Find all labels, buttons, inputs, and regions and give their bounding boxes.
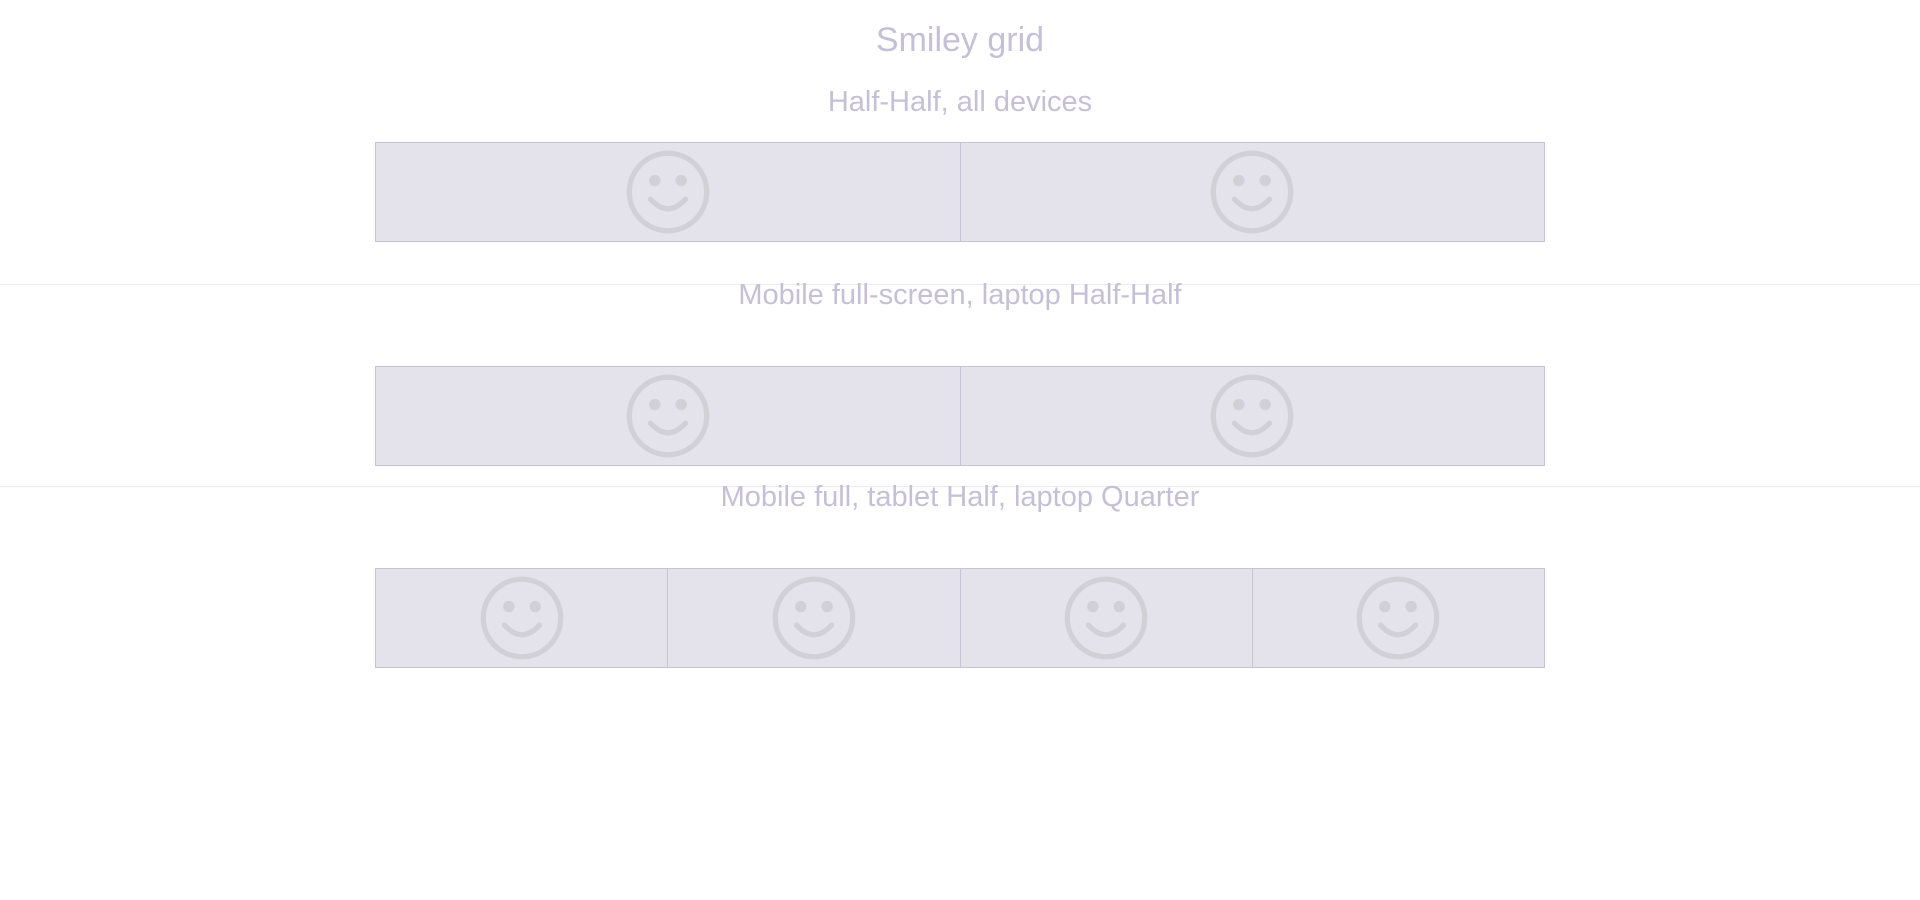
- grid-cell: [959, 366, 1545, 466]
- smiley-icon: [1357, 576, 1440, 660]
- smiley-icon: [1064, 576, 1148, 660]
- section-heading: Half-Half, all devices: [827, 86, 1093, 118]
- smiley-icon: [626, 374, 710, 458]
- smiley-icon: [772, 576, 856, 660]
- smiley-icon: [480, 576, 563, 660]
- grid-cell: [959, 568, 1253, 668]
- section-mobile-full-tablet-half-laptop-quarter: Mobile full, tablet Half, laptop Quarter: [0, 481, 1920, 687]
- smiley-icon: [1210, 374, 1294, 458]
- grid-cell: [375, 142, 961, 242]
- page-title: Smiley grid: [875, 21, 1045, 59]
- grid-cell: [375, 366, 961, 466]
- smiley-grid: [375, 568, 1545, 668]
- smiley-grid: [375, 142, 1545, 242]
- section-heading: Mobile full-screen, laptop Half-Half: [738, 279, 1182, 311]
- section-heading: Mobile full, tablet Half, laptop Quarter: [720, 481, 1200, 513]
- grid-cell: [375, 568, 669, 668]
- smiley-grid: [375, 366, 1545, 466]
- grid-cell: [667, 568, 961, 668]
- section-mobile-full-laptop-half: Mobile full-screen, laptop Half-Half: [0, 279, 1920, 486]
- grid-cell: [959, 142, 1545, 242]
- grid-cell: [1251, 568, 1545, 668]
- smiley-icon: [1210, 150, 1294, 234]
- section-half-half: Half-Half, all devices: [0, 60, 1920, 284]
- smiley-icon: [626, 150, 710, 234]
